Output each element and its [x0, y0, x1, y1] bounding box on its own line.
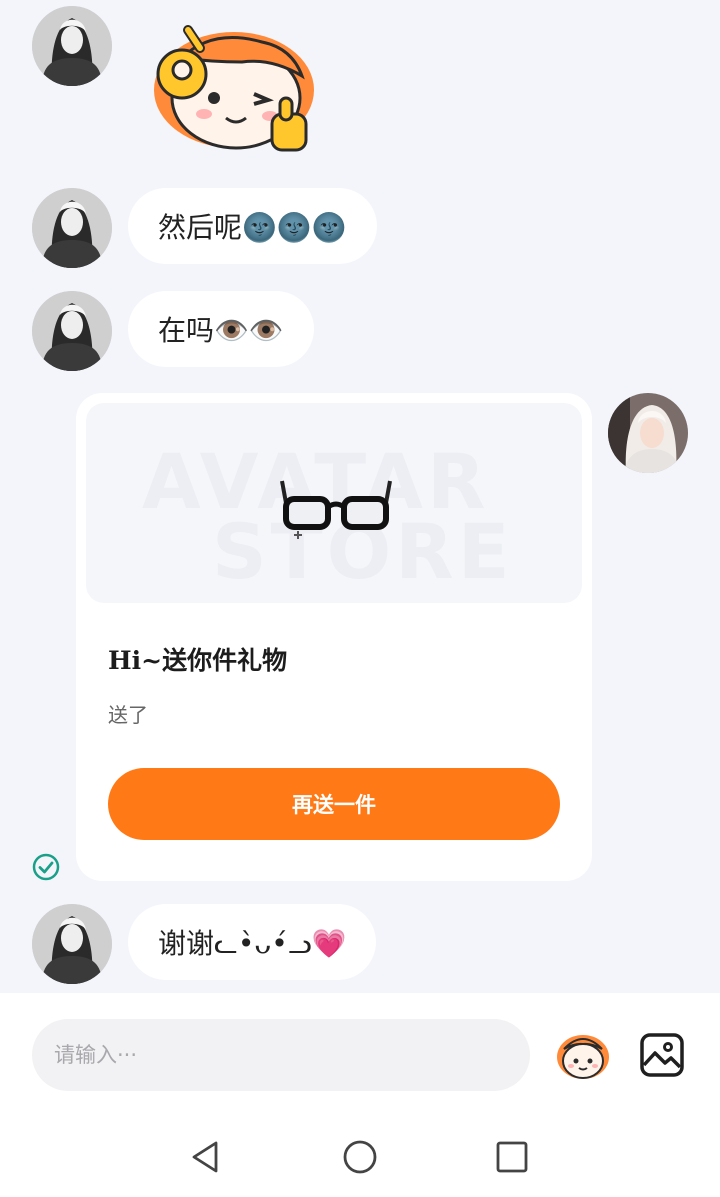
system-navigation-bar [0, 1113, 720, 1197]
contact-avatar-image [32, 6, 112, 86]
message-bubble[interactable]: 然后呢🌚🌚🌚 [128, 188, 377, 264]
send-another-gift-button[interactable]: 再送一件 [108, 768, 560, 840]
contact-avatar-image [32, 291, 112, 371]
contact-avatar[interactable] [32, 6, 112, 86]
contact-avatar-image [32, 904, 112, 984]
message-bubble[interactable]: 谢谢ᓚ•̀ᴗ•́ᓗ💗 [128, 904, 377, 980]
message-bubble[interactable]: 在吗👁️👁️ [128, 291, 314, 367]
sent-check-icon [32, 853, 60, 881]
contact-avatar[interactable] [32, 188, 112, 268]
contact-avatar-image [32, 188, 112, 268]
chat-message-list[interactable]: 然后呢🌚🌚🌚 在吗👁️👁️ AVATAR STORE Hi~送你件礼物 送了 再… [0, 0, 720, 993]
my-avatar-image [608, 393, 688, 473]
home-circle-icon[interactable] [340, 1137, 380, 1177]
message-composer [0, 993, 720, 1113]
contact-avatar[interactable] [32, 904, 112, 984]
back-triangle-icon[interactable] [186, 1137, 226, 1177]
my-avatar[interactable] [608, 393, 688, 473]
gift-subtitle: 送了 [108, 703, 148, 727]
gift-image: AVATAR STORE [86, 403, 582, 603]
message-input[interactable] [32, 1019, 530, 1091]
ok-thumbs-up-mascot-sticker[interactable] [142, 18, 324, 160]
contact-avatar[interactable] [32, 291, 112, 371]
glasses-icon [280, 480, 392, 539]
image-icon[interactable] [638, 1031, 686, 1079]
mascot-emoji-icon[interactable] [554, 1027, 612, 1085]
gift-card[interactable]: AVATAR STORE Hi~送你件礼物 送了 再送一件 [76, 393, 592, 881]
gift-title: Hi~送你件礼物 [108, 646, 288, 675]
recents-square-icon[interactable] [492, 1137, 532, 1177]
